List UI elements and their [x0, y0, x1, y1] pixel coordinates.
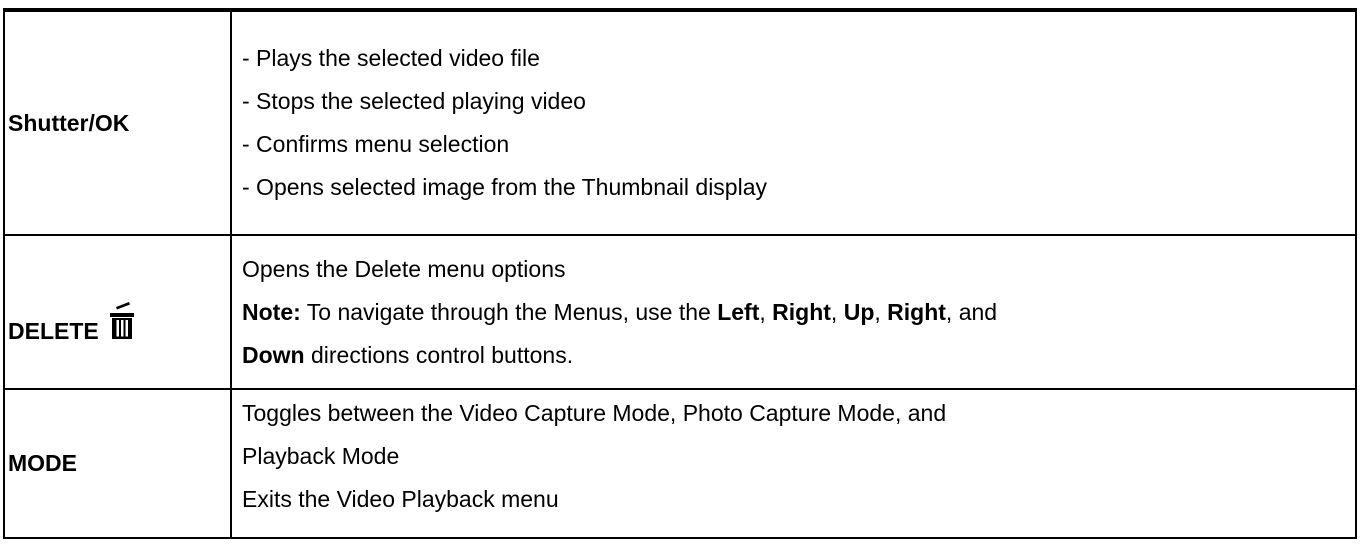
- direction-down: Down: [242, 341, 305, 368]
- note-text: , and: [945, 298, 998, 325]
- note-text: ,: [759, 298, 773, 325]
- note-text: ,: [874, 298, 888, 325]
- button-function-table: Shutter/OK - Plays the selected video fi…: [3, 8, 1357, 539]
- description-line: Toggles between the Video Capture Mode, …: [242, 400, 947, 426]
- note-line: Note: To navigate through the Menus, use…: [242, 291, 1355, 334]
- note-text: To navigate through the Menus, use the: [300, 298, 718, 325]
- description-line: - Opens selected image from the Thumbnai…: [242, 174, 768, 200]
- trash-can-icon: [109, 301, 135, 341]
- direction-up: Up: [843, 298, 875, 325]
- key-cell: Shutter/OK: [3, 8, 232, 236]
- description-cell: Toggles between the Video Capture Mode, …: [230, 388, 1357, 539]
- key-label: DELETE: [8, 318, 99, 344]
- direction-right: Right: [887, 298, 946, 325]
- key-label: MODE: [8, 450, 77, 476]
- table-row-mode: MODE Toggles between the Video Capture M…: [3, 388, 1357, 539]
- description-cell: Opens the Delete menu options Note: To n…: [230, 234, 1357, 390]
- key-cell: DELETE: [3, 234, 232, 390]
- direction-left: Left: [717, 298, 760, 325]
- table-row-delete: DELETE Opens the Delete menu options Not…: [3, 234, 1357, 390]
- description-line: - Confirms menu selection: [242, 131, 510, 157]
- description-line: Playback Mode: [242, 443, 400, 469]
- note-label: Note:: [242, 298, 301, 325]
- description-line: - Stops the selected playing video: [242, 88, 586, 114]
- note-text: ,: [830, 298, 844, 325]
- table-row-shutter-ok: Shutter/OK - Plays the selected video fi…: [3, 8, 1357, 236]
- key-label: Shutter/OK: [8, 109, 130, 136]
- description-cell: - Plays the selected video file - Stops …: [230, 8, 1357, 236]
- description-line: - Plays the selected video file: [242, 45, 540, 71]
- direction-right: Right: [772, 298, 831, 325]
- note-line: Down directions control buttons.: [242, 334, 1355, 377]
- note-text: directions control buttons.: [304, 341, 574, 368]
- description-line: Exits the Video Playback menu: [242, 486, 559, 512]
- key-cell: MODE: [3, 388, 232, 539]
- description-line: Opens the Delete menu options: [242, 255, 566, 282]
